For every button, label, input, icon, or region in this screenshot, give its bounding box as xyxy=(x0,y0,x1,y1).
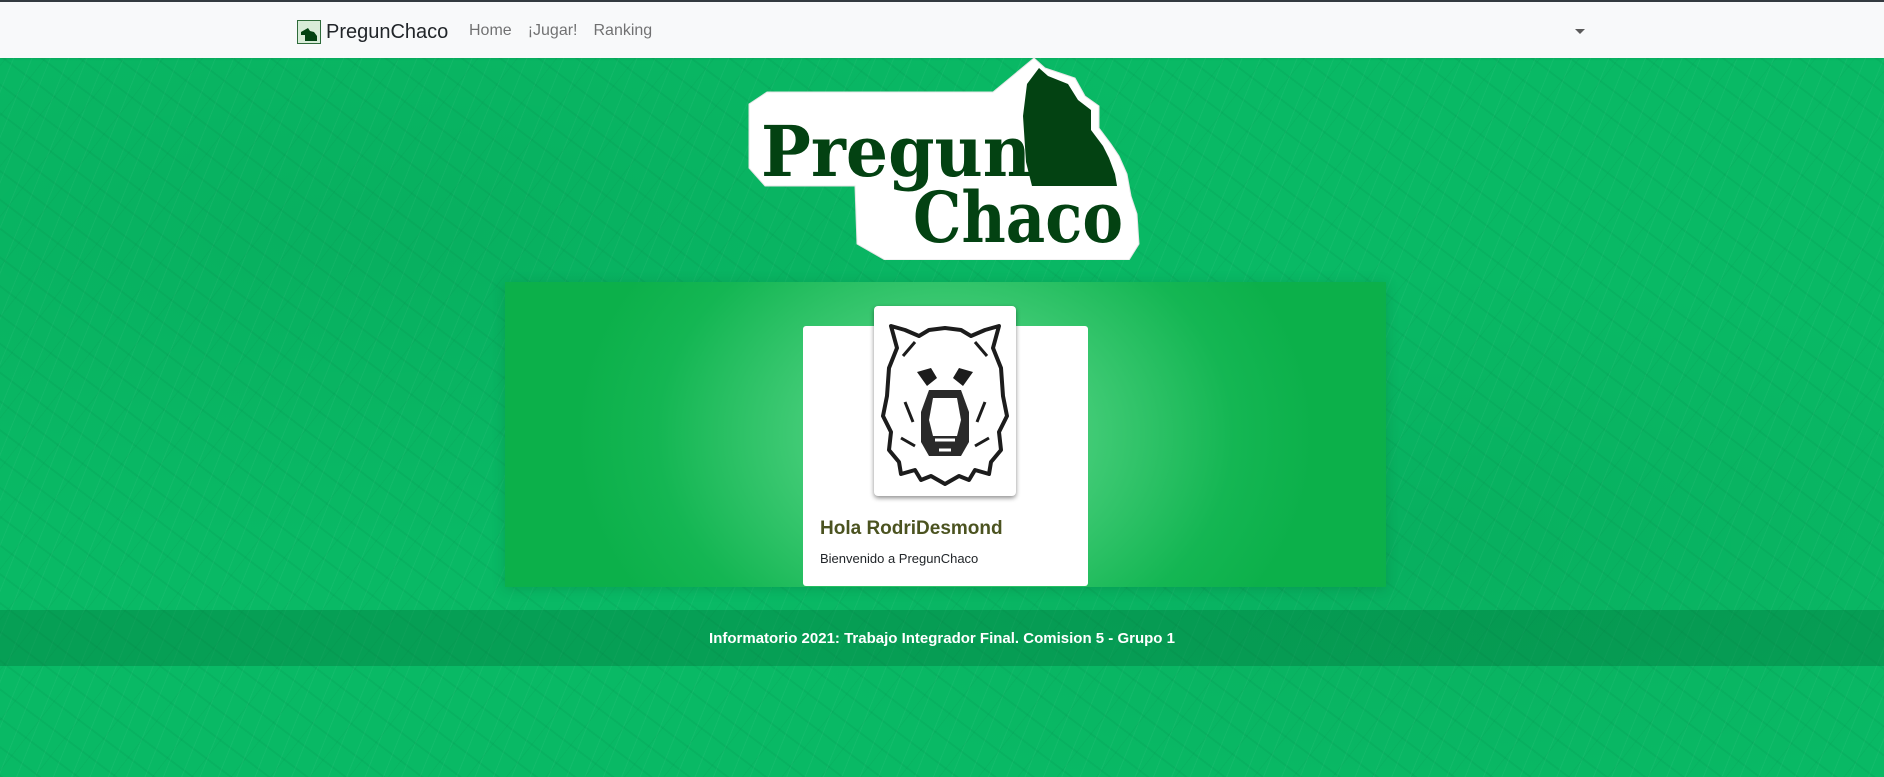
user-dropdown-toggle[interactable] xyxy=(1573,26,1587,38)
pregunchaco-logo: Pregun Chaco xyxy=(748,57,1140,260)
capybara-icon xyxy=(881,324,1009,486)
nav-link-home[interactable]: Home xyxy=(469,22,512,40)
navbar-brand[interactable]: PregunChaco xyxy=(297,20,448,44)
welcome-subtitle: Bienvenido a PregunChaco xyxy=(820,551,979,566)
footer-text: Informatorio 2021: Trabajo Integrador Fi… xyxy=(709,630,1175,647)
footer: Informatorio 2021: Trabajo Integrador Fi… xyxy=(0,610,1884,666)
chaco-map-icon xyxy=(297,20,321,44)
nav-links: Home ¡Jugar! Ranking xyxy=(469,22,652,40)
caret-down-icon xyxy=(1575,29,1585,34)
nav-link-jugar[interactable]: ¡Jugar! xyxy=(528,22,578,40)
logo-line2: Chaco xyxy=(913,176,1123,259)
navbar: PregunChaco Home ¡Jugar! Ranking xyxy=(0,2,1884,58)
avatar xyxy=(874,306,1016,496)
nav-link-ranking[interactable]: Ranking xyxy=(593,22,652,40)
brand-name: PregunChaco xyxy=(326,20,449,43)
welcome-title: Hola RodriDesmond xyxy=(820,518,1003,539)
